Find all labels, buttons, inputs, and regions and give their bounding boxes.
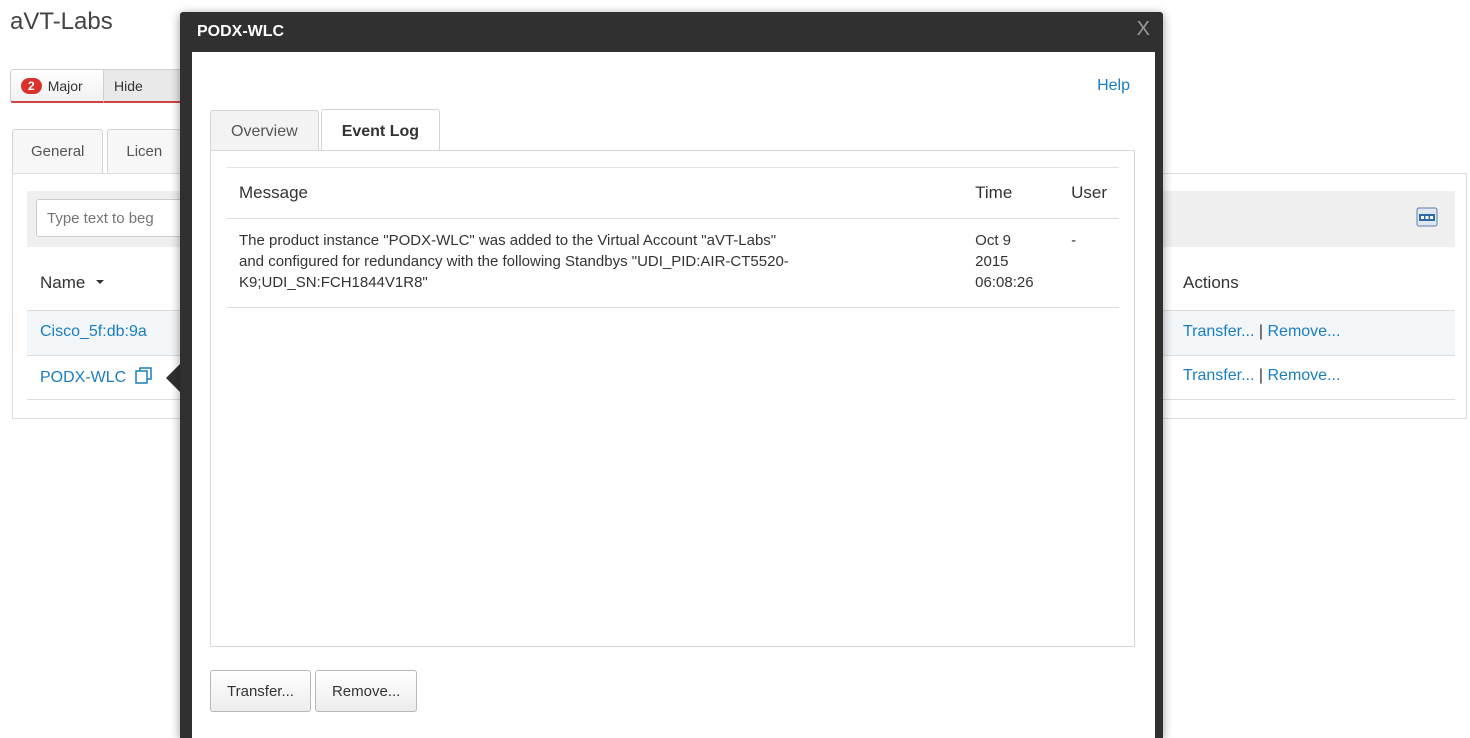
remove-button[interactable]: Remove... (314, 670, 418, 712)
dialog-footer: Transfer... Remove... (210, 670, 421, 712)
event-user-cell: - (1059, 218, 1119, 308)
tab-general[interactable]: General (12, 129, 104, 173)
transfer-link[interactable]: Transfer... (1183, 367, 1254, 384)
remove-link[interactable]: Remove... (1268, 323, 1341, 340)
transfer-button[interactable]: Transfer... (210, 670, 311, 712)
time-column-header: Time (963, 167, 1060, 219)
tab-licenses[interactable]: Licen (107, 129, 182, 173)
table-row-name-link[interactable]: Cisco_5f:db:9a (40, 323, 147, 341)
event-message-line: and configured for redundancy with the f… (239, 253, 789, 270)
event-time-cell: Oct 9 2015 06:08:26 (963, 218, 1060, 308)
table-row-actions: Transfer... | Remove... (1183, 323, 1340, 341)
remove-link[interactable]: Remove... (1268, 367, 1341, 384)
close-icon[interactable]: X (1137, 18, 1150, 41)
product-instance-dialog: PODX-WLC X Help Overview Event Log Messa… (180, 12, 1163, 738)
dialog-body: Help Overview Event Log Message Time Use… (192, 52, 1155, 738)
tab-event-log[interactable]: Event Log (320, 109, 441, 153)
event-time-clock: 06:08:26 (975, 274, 1034, 291)
name-column-header[interactable]: Name (40, 273, 106, 293)
copy-icon[interactable] (134, 367, 152, 389)
event-log-panel: Message Time User The product instance "… (210, 150, 1135, 647)
table-row-actions: Transfer... | Remove... (1183, 367, 1340, 385)
event-time-date: Oct 9 (975, 232, 1012, 249)
name-header-label: Name (40, 273, 86, 292)
actions-column-header: Actions (1183, 273, 1239, 292)
page-tabs: General Licen (12, 129, 185, 173)
table-row-name-link-selected[interactable]: PODX-WLC (40, 367, 152, 389)
event-log-table: Message Time User The product instance "… (227, 167, 1119, 308)
event-message-line: The product instance "PODX-WLC" was adde… (239, 232, 777, 249)
dialog-title: PODX-WLC (197, 23, 285, 40)
tab-overview[interactable]: Overview (210, 110, 319, 152)
event-message-cell: The product instance "PODX-WLC" was adde… (227, 218, 964, 308)
action-separator: | (1258, 323, 1264, 340)
hide-alerts-label: Hide (114, 77, 143, 94)
major-alerts-label: Major (47, 77, 83, 94)
page-title: aVT-Labs (10, 8, 113, 35)
event-message-line: K9;UDI_SN:FCH1844V1R8" (239, 274, 428, 291)
table-row: The product instance "PODX-WLC" was adde… (227, 218, 1119, 308)
major-count-badge: 2 (21, 77, 42, 94)
csv-icon[interactable] (1416, 207, 1438, 227)
help-link[interactable]: Help (1097, 77, 1130, 95)
table-header-row: Message Time User (227, 167, 1119, 219)
caret-down-icon (90, 273, 106, 292)
user-column-header: User (1059, 167, 1119, 219)
action-separator: | (1258, 367, 1264, 384)
event-time-year: 2015 (975, 253, 1009, 270)
transfer-link[interactable]: Transfer... (1183, 323, 1254, 340)
message-column-header: Message (227, 167, 964, 219)
dialog-tabs: Overview Event Log (210, 108, 442, 153)
row-name-label: PODX-WLC (40, 369, 127, 386)
major-alerts-button[interactable]: 2 Major (10, 69, 104, 103)
